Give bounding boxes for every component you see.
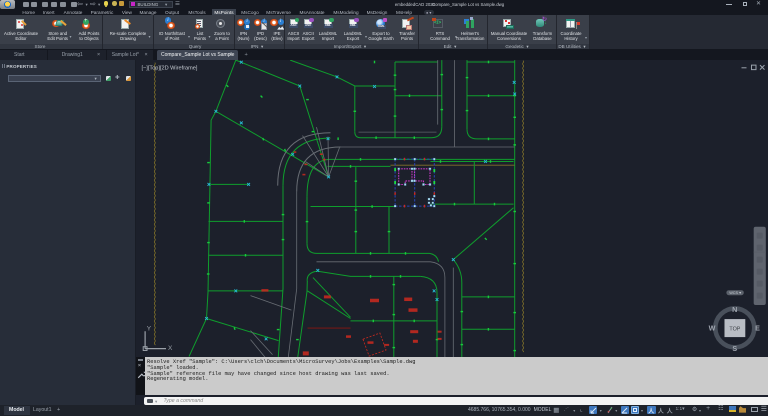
svg-text:TOP: TOP <box>729 327 740 333</box>
svg-text:X: X <box>168 345 173 352</box>
svg-text:S: S <box>732 344 737 353</box>
svg-text:[−][Top][2D Wireframe]: [−][Top][2D Wireframe] <box>141 66 197 72</box>
svg-text:W: W <box>708 324 715 333</box>
svg-text:E: E <box>755 324 760 333</box>
svg-text:WCS ▾: WCS ▾ <box>729 292 741 296</box>
svg-text:N: N <box>732 305 737 314</box>
svg-text:Y: Y <box>146 326 151 333</box>
